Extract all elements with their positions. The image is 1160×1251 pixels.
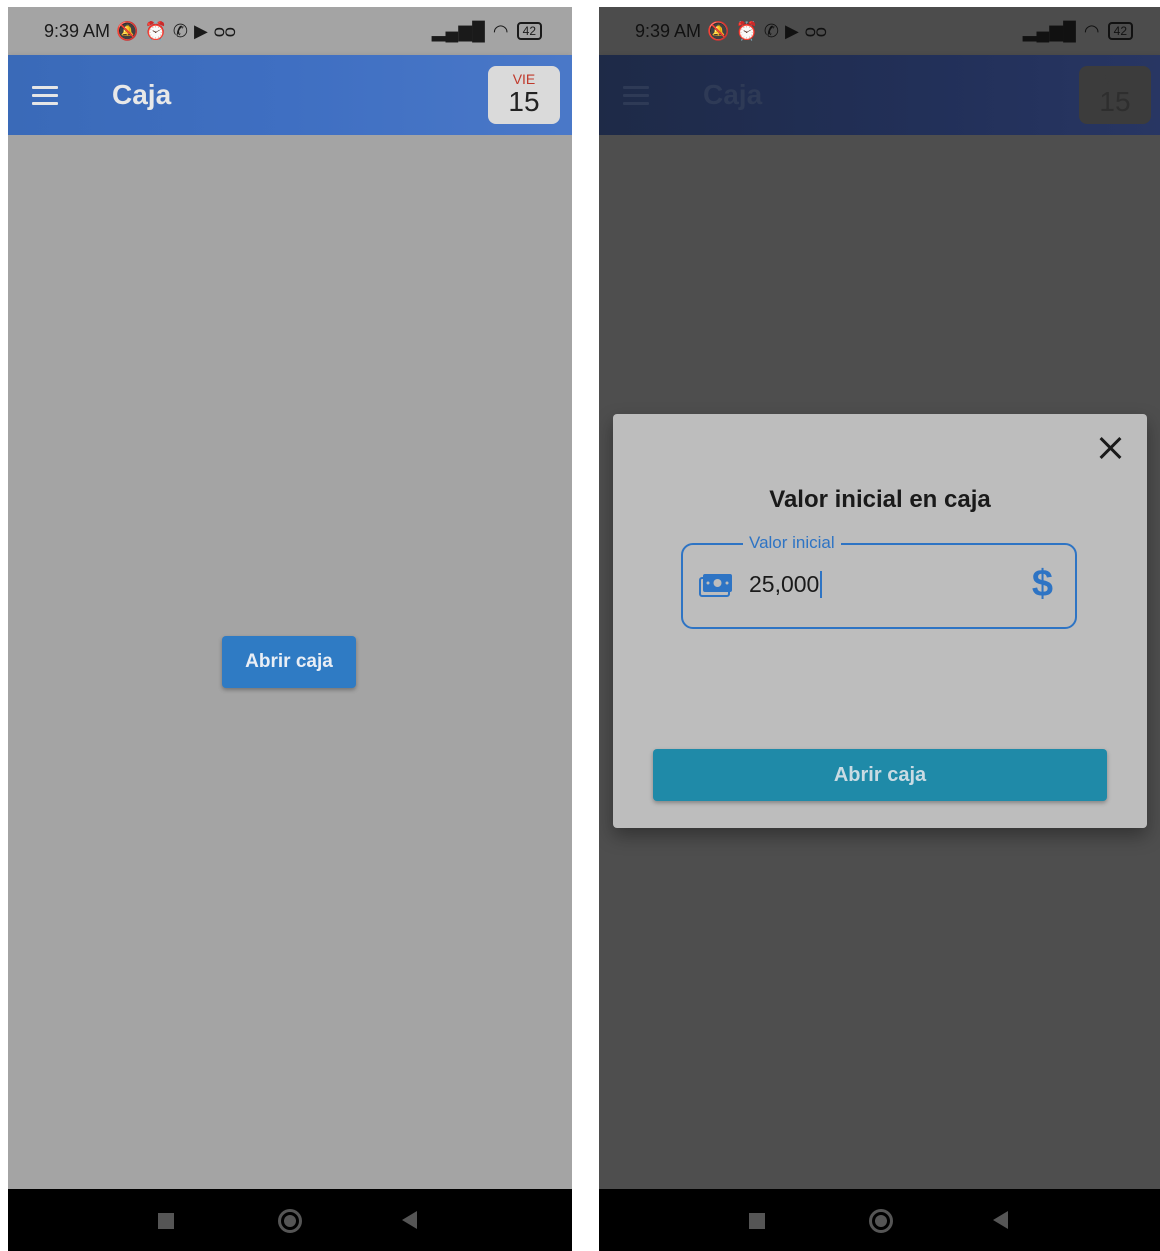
open-cash-button[interactable]: Abrir caja — [222, 636, 356, 688]
muted-bell-icon: 🔕 — [116, 21, 139, 41]
date-day: 15 — [508, 86, 540, 117]
wifi-icon: ◠ — [492, 20, 509, 41]
battery-icon: 42 — [516, 22, 542, 40]
initial-value-input[interactable]: 25,000 — [749, 571, 823, 598]
phone-screen-main: 9:39 AM 🔕 ⏰ ✆ ▶ ᴑᴑ ▂▄▆█ ◠ 42 Caja VIE 15 — [8, 7, 572, 1251]
nav-home-icon[interactable] — [869, 1209, 893, 1233]
signal-icon: ▂▄▆█ — [431, 20, 485, 41]
initial-value-field[interactable]: Valor inicial 25,000 $ — [681, 533, 1077, 629]
nav-back-icon[interactable] — [402, 1211, 417, 1229]
date-day: 15 — [1099, 86, 1131, 117]
system-nav-bar — [599, 1189, 1160, 1251]
main-content: Abrir caja — [8, 135, 572, 1189]
page-title: Caja — [112, 79, 172, 110]
nav-home-icon[interactable] — [278, 1209, 302, 1233]
battery-icon: 42 — [1107, 22, 1133, 40]
date-badge: VIE 15 — [1079, 66, 1151, 124]
phone-screen-dialog: 9:39 AM 🔕 ⏰ ✆ ▶ ᴑᴑ ▂▄▆█ ◠ 42 Caja VIE 15 — [599, 7, 1160, 1251]
menu-icon[interactable] — [32, 75, 72, 115]
modal-overlay[interactable]: Valor inicial en caja Valor inicial 25,0… — [599, 135, 1160, 1189]
field-label: Valor inicial — [743, 533, 841, 553]
app-bar: Caja VIE 15 — [599, 55, 1160, 135]
voicemail-icon: ᴑᴑ — [804, 21, 827, 41]
page: 9:39 AM 🔕 ⏰ ✆ ▶ ᴑᴑ ▂▄▆█ ◠ 42 Caja VIE 15 — [0, 0, 1160, 1251]
open-cash-dialog: Valor inicial en caja Valor inicial 25,0… — [613, 414, 1147, 828]
date-badge[interactable]: VIE 15 — [488, 66, 560, 124]
dialog-title: Valor inicial en caja — [769, 486, 991, 513]
signal-icon: ▂▄▆█ — [1022, 20, 1076, 41]
youtube-icon: ▶ — [784, 21, 799, 41]
voicemail-icon: ᴑᴑ — [213, 21, 236, 41]
nav-recent-icon[interactable] — [749, 1213, 765, 1229]
whatsapp-icon: ✆ — [172, 21, 188, 41]
status-time: 9:39 AM — [635, 20, 702, 41]
dollar-icon: $ — [1031, 563, 1053, 605]
muted-bell-icon: 🔕 — [707, 21, 730, 41]
whatsapp-icon: ✆ — [763, 21, 779, 41]
status-bar: 9:39 AM 🔕 ⏰ ✆ ▶ ᴑᴑ ▂▄▆█ ◠ 42 — [599, 7, 1160, 55]
open-cash-submit-button[interactable]: Abrir caja — [653, 749, 1107, 801]
wifi-icon: ◠ — [1083, 20, 1100, 41]
close-icon[interactable] — [1097, 434, 1125, 462]
nav-recent-icon[interactable] — [158, 1213, 174, 1229]
battery-level: 42 — [522, 24, 536, 38]
app-bar: Caja VIE 15 — [8, 55, 572, 135]
battery-level: 42 — [1113, 24, 1127, 38]
cash-icon — [699, 574, 732, 597]
menu-icon — [623, 75, 663, 115]
status-bar: 9:39 AM 🔕 ⏰ ✆ ▶ ᴑᴑ ▂▄▆█ ◠ 42 — [8, 7, 572, 55]
alarm-icon: ⏰ — [144, 21, 167, 41]
system-nav-bar — [8, 1189, 572, 1251]
status-time: 9:39 AM — [44, 20, 111, 41]
page-title: Caja — [703, 79, 763, 110]
date-day-of-week: VIE — [512, 71, 536, 87]
alarm-icon: ⏰ — [735, 21, 758, 41]
youtube-icon: ▶ — [193, 21, 208, 41]
date-day-of-week: VIE — [1103, 71, 1127, 87]
nav-back-icon[interactable] — [993, 1211, 1008, 1229]
